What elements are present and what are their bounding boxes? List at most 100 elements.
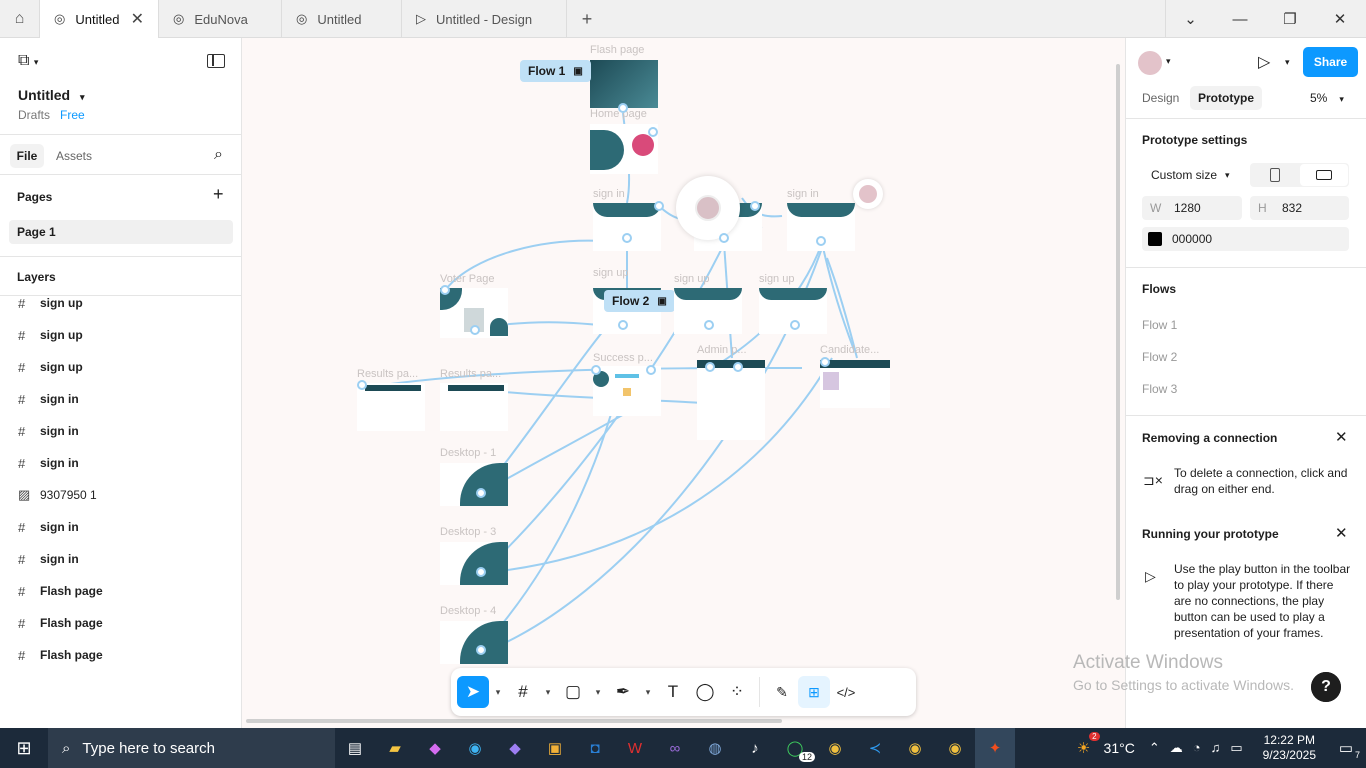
zoom-dropdown[interactable]: 5% ▾ bbox=[1310, 91, 1344, 105]
connection-node[interactable] bbox=[654, 201, 664, 211]
minimize-icon[interactable]: — bbox=[1215, 0, 1265, 38]
connection-node[interactable] bbox=[476, 645, 486, 655]
search-icon[interactable]: ⌕ bbox=[214, 146, 223, 164]
connection-node[interactable] bbox=[733, 362, 743, 372]
frame-desktop-3[interactable] bbox=[440, 542, 508, 585]
file-title[interactable]: Untitled ▾ bbox=[18, 87, 85, 103]
layer-item[interactable]: # sign up bbox=[18, 319, 83, 351]
frame-title[interactable]: Results pa... bbox=[357, 368, 418, 380]
connection-node[interactable] bbox=[591, 365, 601, 375]
chevron-down-icon[interactable]: ⌄ bbox=[1165, 0, 1215, 38]
tab-prototype[interactable]: Prototype bbox=[1190, 86, 1263, 110]
chevron-down-icon[interactable]: ▾ bbox=[1285, 57, 1290, 68]
avatar[interactable] bbox=[1138, 51, 1162, 75]
task-view-icon[interactable]: ▤ bbox=[335, 728, 375, 768]
edge-icon[interactable]: ◉ bbox=[455, 728, 495, 768]
frame-title[interactable]: Desktop - 1 bbox=[440, 447, 496, 459]
height-field[interactable]: H 832 bbox=[1250, 196, 1349, 220]
landscape-option[interactable] bbox=[1300, 164, 1348, 186]
frame-title[interactable]: Success p... bbox=[593, 352, 653, 364]
frame-title[interactable]: sign in bbox=[787, 188, 819, 200]
taskbar-search[interactable]: ⌕ Type here to search bbox=[48, 728, 335, 768]
flow-2-tag[interactable]: Flow 2 ▣ bbox=[604, 290, 675, 312]
connection-node[interactable] bbox=[648, 127, 658, 137]
connection-node[interactable] bbox=[750, 201, 760, 211]
connection-node[interactable] bbox=[705, 362, 715, 372]
chevron-down-icon[interactable]: ▾ bbox=[639, 687, 657, 698]
draw-mode-icon[interactable]: ✎ bbox=[766, 676, 798, 708]
home-icon[interactable]: ⌂ bbox=[0, 0, 40, 38]
store-icon[interactable]: ▣ bbox=[535, 728, 575, 768]
layer-item[interactable]: # sign up bbox=[18, 287, 83, 319]
page-item[interactable]: Page 1 bbox=[9, 220, 233, 244]
copilot-icon[interactable]: ◆ bbox=[415, 728, 455, 768]
frame-title[interactable]: Voter Page bbox=[440, 273, 494, 285]
flow-item[interactable]: Flow 2 bbox=[1142, 350, 1177, 364]
rectangle-tool-icon[interactable]: ▢ bbox=[557, 676, 589, 708]
frame-title[interactable]: Desktop - 4 bbox=[440, 605, 496, 617]
tab-untitled[interactable]: ◎ Untitled ✕ bbox=[40, 0, 159, 38]
share-button[interactable]: Share bbox=[1303, 47, 1358, 77]
m365-icon[interactable]: ◆ bbox=[495, 728, 535, 768]
frame-desktop-1[interactable] bbox=[440, 463, 508, 506]
layer-item[interactable]: # Flash page bbox=[18, 575, 103, 607]
visual-studio-icon[interactable]: ∞ bbox=[655, 728, 695, 768]
temperature[interactable]: 31°C bbox=[1104, 740, 1135, 756]
frame-title[interactable]: Admin p... bbox=[697, 344, 747, 356]
tab-untitled-design[interactable]: ▷ Untitled - Design bbox=[402, 0, 567, 38]
frame-title[interactable]: sign up bbox=[593, 267, 628, 279]
chrome-profile-icon[interactable]: ◉ bbox=[895, 728, 935, 768]
connection-node[interactable] bbox=[646, 365, 656, 375]
frame-title[interactable]: sign up bbox=[674, 273, 709, 285]
vertical-scrollbar[interactable] bbox=[1116, 64, 1120, 600]
connection-node[interactable] bbox=[470, 325, 480, 335]
system-tray-icons[interactable]: ⌃☁◔♫▭ bbox=[1149, 740, 1253, 756]
layer-item[interactable]: # sign in bbox=[18, 511, 79, 543]
play-icon[interactable]: ▷ bbox=[1258, 52, 1270, 72]
chevron-down-icon[interactable]: ▾ bbox=[539, 687, 557, 698]
move-tool-icon[interactable]: ➤ bbox=[457, 676, 489, 708]
layer-item[interactable]: # sign up bbox=[18, 351, 83, 383]
layer-item[interactable]: # Flash page bbox=[18, 639, 103, 671]
connection-node[interactable] bbox=[618, 320, 628, 330]
window-close-icon[interactable]: ✕ bbox=[1315, 0, 1365, 38]
new-tab-plus-icon[interactable]: + bbox=[567, 0, 607, 38]
frame-title[interactable]: sign in bbox=[593, 188, 625, 200]
portrait-icon[interactable] bbox=[1270, 168, 1280, 182]
layer-item[interactable]: # sign in bbox=[18, 383, 79, 415]
frame-title[interactable]: Desktop - 3 bbox=[440, 526, 496, 538]
design-mode-icon[interactable]: ⊞ bbox=[798, 676, 830, 708]
connection-node[interactable] bbox=[704, 320, 714, 330]
frame-candidate-page[interactable] bbox=[820, 360, 890, 408]
connection-node[interactable] bbox=[357, 380, 367, 390]
layer-item[interactable]: # sign in bbox=[18, 415, 79, 447]
actions-tool-icon[interactable]: ⁘ bbox=[721, 676, 753, 708]
notification-icon[interactable]: ▭ 7 bbox=[1326, 728, 1366, 768]
close-icon[interactable]: ✕ bbox=[131, 9, 144, 29]
frame-title[interactable]: sign up bbox=[759, 273, 794, 285]
wps-icon[interactable]: W bbox=[615, 728, 655, 768]
frame-title[interactable]: Results pa... bbox=[440, 368, 501, 380]
connection-node[interactable] bbox=[476, 567, 486, 577]
width-field[interactable]: W 1280 bbox=[1142, 196, 1242, 220]
plan-badge[interactable]: Free bbox=[60, 108, 85, 122]
chrome-icon[interactable]: ◉ bbox=[815, 728, 855, 768]
canvas[interactable]: Flash page Flow 1 ▣ Home page sign in sig… bbox=[242, 38, 1125, 728]
frame-title[interactable]: Candidate... bbox=[820, 344, 879, 356]
flow-1-tag[interactable]: Flow 1 ▣ bbox=[520, 60, 591, 82]
frame-desktop-4[interactable] bbox=[440, 621, 508, 664]
close-icon[interactable]: ✕ bbox=[1335, 428, 1348, 446]
dev-mode-icon[interactable]: </> bbox=[830, 676, 862, 708]
chrome-profile-2-icon[interactable]: ◉ bbox=[935, 728, 975, 768]
frame-admin-page[interactable] bbox=[697, 360, 765, 440]
frame-sign-in[interactable] bbox=[593, 203, 661, 251]
color-swatch[interactable] bbox=[1148, 232, 1162, 246]
tab-edunova[interactable]: ◎ EduNova bbox=[159, 0, 282, 38]
layer-item[interactable]: ▨ 9307950 1 bbox=[18, 479, 97, 511]
device-select[interactable]: Custom size ▾ bbox=[1142, 163, 1242, 187]
connection-node[interactable] bbox=[820, 357, 830, 367]
text-tool-icon[interactable]: T bbox=[657, 676, 689, 708]
add-page-icon[interactable]: + bbox=[213, 184, 224, 205]
outlook-icon[interactable]: ◘ bbox=[575, 728, 615, 768]
connection-node[interactable] bbox=[719, 233, 729, 243]
